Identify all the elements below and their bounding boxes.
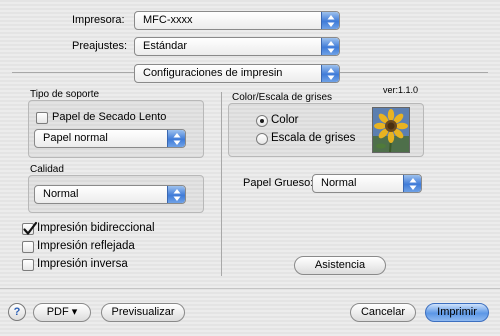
print-button[interactable]: Imprimir [425, 303, 489, 322]
paper-type-select[interactable]: Papel normal [34, 129, 186, 148]
version-text: ver:1.1.0 [383, 85, 419, 95]
help-icon: ? [13, 306, 21, 318]
up-down-arrows-icon [321, 38, 339, 55]
slow-dry-label: Papel de Secado Lento [52, 111, 167, 123]
sunflower-preview-image [372, 107, 410, 153]
thick-paper-value: Normal [321, 177, 357, 189]
bidirectional-checkbox[interactable] [22, 221, 38, 235]
paper-type-value: Papel normal [43, 132, 108, 144]
grayscale-radio-label: Escala de grises [271, 132, 356, 144]
slow-dry-checkbox[interactable] [36, 112, 48, 124]
reverse-print-checkbox[interactable] [22, 259, 34, 271]
column-divider [221, 92, 222, 276]
thick-paper-select[interactable]: Normal [312, 174, 422, 193]
presets-select-value: Estándar [143, 40, 188, 52]
thick-paper-label: Papel Grueso: [243, 177, 314, 189]
checkmark-icon [23, 221, 38, 235]
printer-select[interactable]: MFC-xxxx [134, 11, 340, 30]
printer-label: Impresora: [72, 14, 125, 26]
reverse-print-label: Impresión inversa [37, 258, 128, 270]
preview-button[interactable]: Previsualizar [101, 303, 185, 322]
panel-select-value: Configuraciones de impresin [143, 67, 283, 79]
mirror-print-label: Impresión reflejada [37, 240, 135, 252]
up-down-arrows-icon [321, 65, 339, 82]
up-down-arrows-icon [167, 130, 185, 147]
bottom-separator [0, 288, 500, 289]
support-button[interactable]: Asistencia [294, 256, 386, 275]
up-down-arrows-icon [321, 12, 339, 29]
color-radio[interactable] [256, 115, 268, 127]
grayscale-radio[interactable] [256, 133, 268, 145]
presets-label: Preajustes: [72, 40, 128, 52]
quality-group-title: Calidad [30, 164, 64, 175]
cancel-button[interactable]: Cancelar [350, 303, 416, 322]
color-group-title: Color/Escala de grises [232, 92, 333, 103]
quality-select[interactable]: Normal [34, 185, 186, 204]
panel-select[interactable]: Configuraciones de impresin [134, 64, 340, 83]
pdf-button[interactable]: PDF ▾ [33, 303, 91, 322]
bidirectional-label: Impresión bidireccional [37, 222, 155, 234]
printer-select-value: MFC-xxxx [143, 14, 193, 26]
mirror-print-checkbox[interactable] [22, 241, 34, 253]
up-down-arrows-icon [403, 175, 421, 192]
presets-select[interactable]: Estándar [134, 37, 340, 56]
media-group-title: Tipo de soporte [30, 89, 100, 100]
up-down-arrows-icon [167, 186, 185, 203]
help-button[interactable]: ? [8, 303, 26, 321]
color-radio-label: Color [271, 114, 299, 126]
quality-select-value: Normal [43, 188, 79, 200]
